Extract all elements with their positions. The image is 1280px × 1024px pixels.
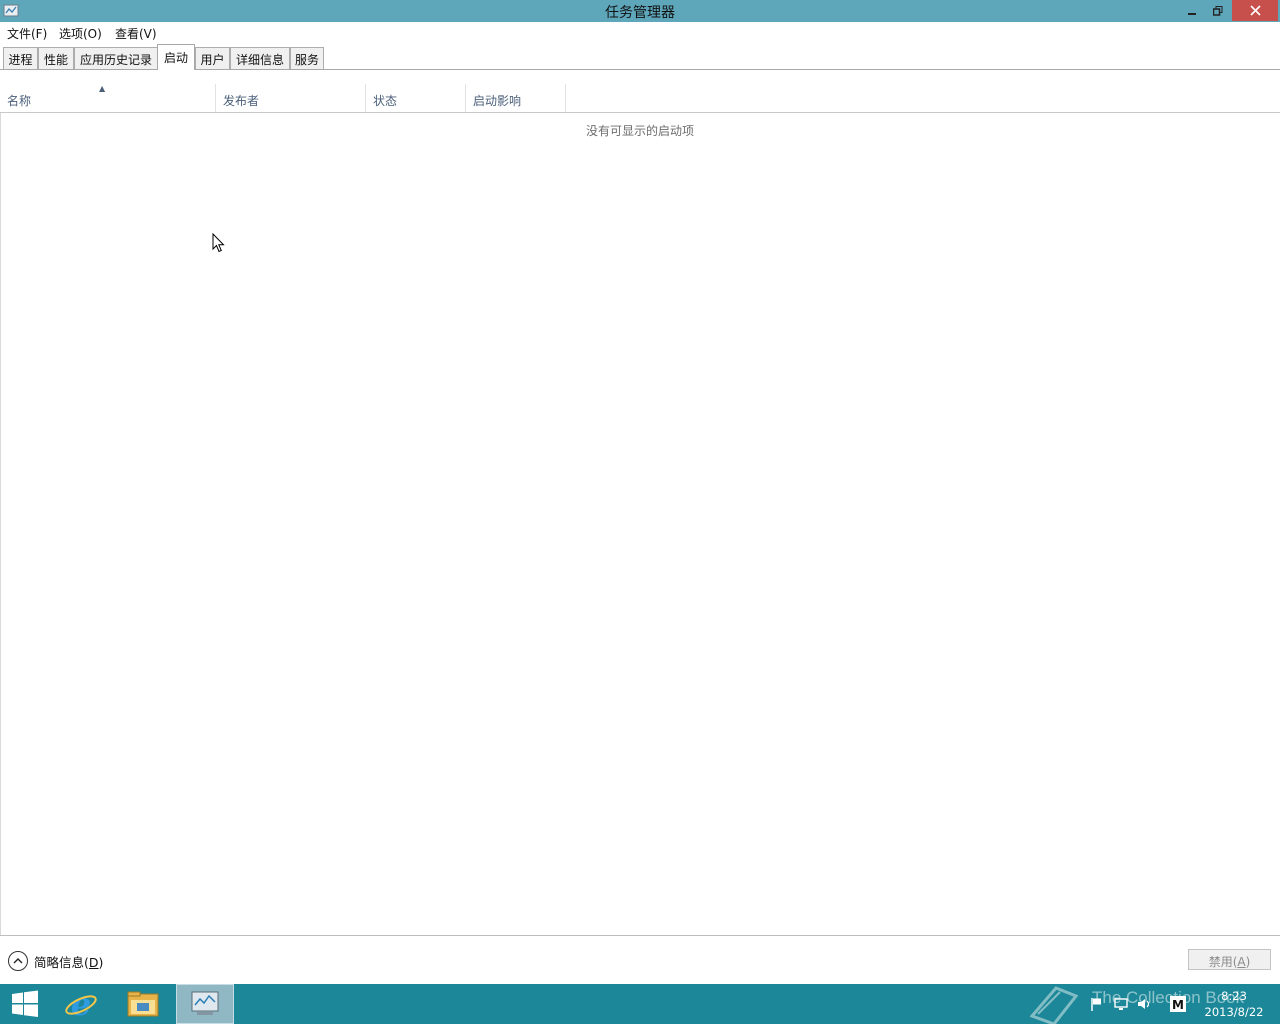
menu-bar: 文件(F) 选项(O) 查看(V) <box>0 22 1280 42</box>
windows-logo-icon[interactable] <box>0 984 50 1024</box>
fewer-details-access-key: D <box>88 955 99 970</box>
startup-table-header: ▲ 名称 发布者 状态 启动影响 <box>0 84 1280 113</box>
fewer-details-link[interactable]: 简略信息(D) <box>34 952 103 971</box>
svg-text:e: e <box>71 987 91 1021</box>
disable-button-label: 禁用 <box>1208 955 1233 969</box>
column-header-status[interactable]: 状态 <box>366 84 466 112</box>
input-method-icon[interactable]: M <box>1170 996 1186 1012</box>
window-title: 任务管理器 <box>605 5 675 21</box>
tab-services[interactable]: 服务 <box>290 47 324 69</box>
clock-date: 2013/8/22 <box>1204 1005 1264 1019</box>
clock[interactable]: 8:23 2013/8/22 <box>1198 988 1270 1020</box>
tab-performance[interactable]: 性能 <box>38 47 74 69</box>
sort-ascending-icon: ▲ <box>99 84 106 93</box>
tab-processes[interactable]: 进程 <box>3 47 38 69</box>
taskbar: e The Collection Book M 8:23 2013/8/22 <box>0 984 1280 1024</box>
disable-button-access-key: A <box>1237 955 1246 969</box>
clock-time: 8:23 <box>1221 989 1247 1003</box>
tab-users[interactable]: 用户 <box>195 47 230 69</box>
collapse-chevron-icon[interactable] <box>8 951 28 971</box>
minimize-button[interactable] <box>1178 0 1206 21</box>
column-header-name[interactable]: ▲ 名称 <box>0 84 216 112</box>
task-manager-icon[interactable] <box>176 984 234 1024</box>
network-icon[interactable] <box>1113 996 1129 1012</box>
internet-explorer-icon[interactable]: e <box>53 984 109 1024</box>
disable-button[interactable]: 禁用(A) <box>1188 949 1271 970</box>
volume-icon[interactable] <box>1136 996 1152 1012</box>
menu-options[interactable]: 选项(O) <box>59 25 102 42</box>
task-manager-window: 任务管理器 文件(F) 选项(O) 查看(V) 进程 性能 应用历史记录 启动 … <box>0 0 1280 984</box>
empty-startup-message: 没有可显示的启动项 <box>585 124 694 138</box>
footer-bar: 简略信息(D) 禁用(A) <box>0 935 1280 984</box>
tab-strip: 进程 性能 应用历史记录 启动 用户 详细信息 服务 <box>0 43 1280 70</box>
tab-startup[interactable]: 启动 <box>157 44 195 70</box>
file-explorer-icon[interactable] <box>115 984 171 1024</box>
action-center-flag-icon[interactable] <box>1088 996 1104 1012</box>
table-left-border <box>0 113 1 935</box>
mouse-cursor-icon <box>212 233 225 253</box>
menu-view[interactable]: 查看(V) <box>115 25 157 42</box>
column-header-publisher[interactable]: 发布者 <box>216 84 366 112</box>
restore-button[interactable] <box>1204 0 1232 21</box>
tab-details[interactable]: 详细信息 <box>230 47 290 69</box>
fewer-details-label: 简略信息 <box>34 955 85 970</box>
menu-file[interactable]: 文件(F) <box>7 25 47 42</box>
tab-app-history[interactable]: 应用历史记录 <box>74 47 158 69</box>
column-header-startup-impact[interactable]: 启动影响 <box>466 84 566 112</box>
close-button[interactable] <box>1232 0 1278 21</box>
svg-text:M: M <box>1172 998 1184 1010</box>
title-bar[interactable]: 任务管理器 <box>0 0 1280 22</box>
